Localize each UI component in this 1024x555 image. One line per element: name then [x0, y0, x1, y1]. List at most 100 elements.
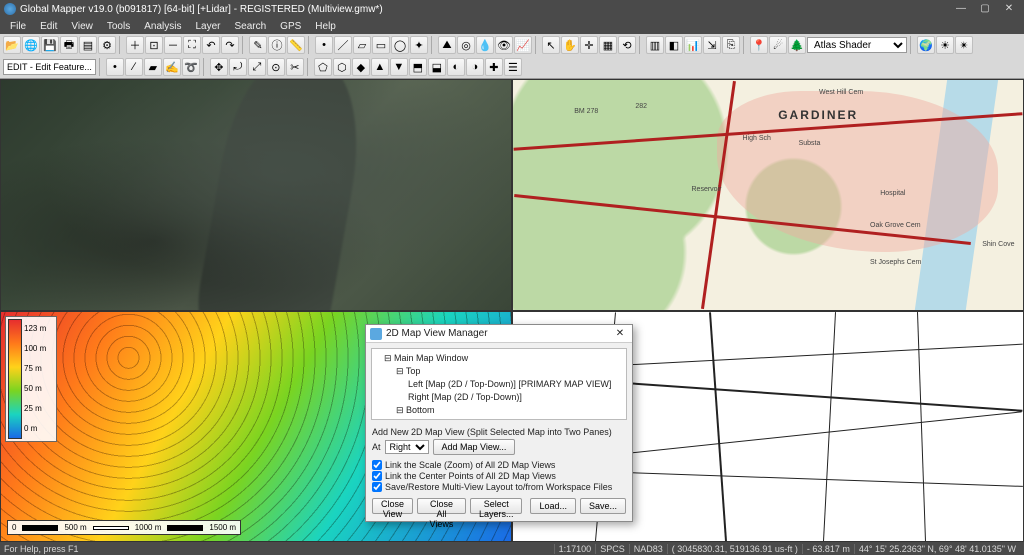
tool-d-icon[interactable]: ▲: [371, 58, 389, 76]
window-minimize-button[interactable]: —: [950, 2, 972, 16]
layers-icon[interactable]: ▤: [79, 36, 97, 54]
forest-icon[interactable]: 🌲: [788, 36, 806, 54]
add-map-view-button[interactable]: Add Map View...: [433, 439, 516, 455]
draw-line-icon[interactable]: ／: [334, 36, 352, 54]
menu-search[interactable]: Search: [228, 20, 272, 33]
zoom-selection-icon[interactable]: ⊡: [145, 36, 163, 54]
load-button[interactable]: Load...: [530, 498, 576, 514]
terrain-icon[interactable]: ⛰: [438, 36, 456, 54]
close-all-views-button[interactable]: Close All Views: [417, 498, 466, 514]
draw-point-icon[interactable]: •: [315, 36, 333, 54]
draw-circle-icon[interactable]: ◯: [391, 36, 409, 54]
split-tool-icon[interactable]: ✂: [286, 58, 304, 76]
open-icon[interactable]: 📂: [3, 36, 21, 54]
gps-icon[interactable]: 📍: [750, 36, 768, 54]
rotate-tool-icon[interactable]: ⤾: [229, 58, 247, 76]
zoom-in-icon[interactable]: ＋: [126, 36, 144, 54]
menu-file[interactable]: File: [4, 20, 32, 33]
save-icon[interactable]: 💾: [41, 36, 59, 54]
select-arrow-icon[interactable]: ↖: [542, 36, 560, 54]
window-close-button[interactable]: ✕: [998, 2, 1020, 16]
digitize-point-icon[interactable]: •: [106, 58, 124, 76]
watershed-icon[interactable]: 💧: [476, 36, 494, 54]
measure-icon[interactable]: 📏: [287, 36, 305, 54]
vertex-tool-icon[interactable]: ⊙: [267, 58, 285, 76]
lidar-icon[interactable]: ☄: [769, 36, 787, 54]
digitize-line-icon[interactable]: ∕: [125, 58, 143, 76]
pane-top-left-aerial[interactable]: [0, 79, 512, 311]
digitize-freehand-icon[interactable]: ✍: [163, 58, 181, 76]
scale-bar: 0 500 m 1000 m 1500 m: [7, 520, 241, 535]
save-layout-checkbox[interactable]: Save/Restore Multi-View Layout to/from W…: [366, 482, 632, 492]
globe-online-icon[interactable]: 🌍: [917, 36, 935, 54]
tool-j-icon[interactable]: ✚: [485, 58, 503, 76]
save-button[interactable]: Save...: [580, 498, 626, 514]
zoom-out-icon[interactable]: －: [164, 36, 182, 54]
pan-icon[interactable]: ✋: [561, 36, 579, 54]
topo-label-hospital: Hospital: [880, 190, 905, 197]
print-icon[interactable]: 🖶: [60, 36, 78, 54]
tool-c-icon[interactable]: ◆: [352, 58, 370, 76]
profile-icon[interactable]: 📈: [514, 36, 532, 54]
pencil-icon[interactable]: ✎: [249, 36, 267, 54]
3d-view-icon[interactable]: ◧: [665, 36, 683, 54]
contour-icon[interactable]: ◎: [457, 36, 475, 54]
link-scale-checkbox[interactable]: Link the Scale (Zoom) of All 2D Map View…: [366, 460, 632, 470]
undo-icon[interactable]: ↶: [202, 36, 220, 54]
settings-icon[interactable]: ⚙: [98, 36, 116, 54]
rotate-icon[interactable]: ⟲: [618, 36, 636, 54]
window-maximize-button[interactable]: ▢: [974, 2, 996, 16]
grid-nav-icon[interactable]: ▦: [599, 36, 617, 54]
menu-layer[interactable]: Layer: [189, 20, 226, 33]
add-view-section: Add New 2D Map View (Split Selected Map …: [366, 425, 632, 459]
map-multiview: GARDINER West Hill Cem High Sch Substa R…: [0, 79, 1024, 542]
chart-icon[interactable]: 📊: [684, 36, 702, 54]
topo-label-bm278: BM 278: [574, 108, 598, 115]
tool-b-icon[interactable]: ⬡: [333, 58, 351, 76]
multiview-icon[interactable]: ▥: [646, 36, 664, 54]
tool-e-icon[interactable]: ▼: [390, 58, 408, 76]
digitize-area-icon[interactable]: ▰: [144, 58, 162, 76]
draw-polygon-icon[interactable]: ▱: [353, 36, 371, 54]
menu-help[interactable]: Help: [309, 20, 342, 33]
view-tree[interactable]: ⊟ Main Map Window ⊟ Top Left [Map (2D / …: [371, 348, 627, 420]
menu-gps[interactable]: GPS: [274, 20, 307, 33]
tool-i-icon[interactable]: ◑: [466, 58, 484, 76]
digitize-trace-icon[interactable]: ➰: [182, 58, 200, 76]
close-view-button[interactable]: Close View: [372, 498, 413, 514]
tool-f-icon[interactable]: ⬒: [409, 58, 427, 76]
shader-select[interactable]: Atlas Shader: [807, 37, 907, 53]
crosshair-icon[interactable]: ✛: [580, 36, 598, 54]
dialog-title: 2D Map View Manager: [386, 328, 488, 339]
menu-edit[interactable]: Edit: [34, 20, 63, 33]
script-icon[interactable]: ⎘: [722, 36, 740, 54]
pane-top-right-topo[interactable]: GARDINER West Hill Cem High Sch Substa R…: [512, 79, 1024, 311]
link-center-checkbox[interactable]: Link the Center Points of All 2D Map Vie…: [366, 471, 632, 481]
move-tool-icon[interactable]: ✥: [210, 58, 228, 76]
globe-icon[interactable]: 🌐: [22, 36, 40, 54]
at-position-select[interactable]: Right: [385, 440, 429, 454]
draw-rect-icon[interactable]: ▭: [372, 36, 390, 54]
menu-view[interactable]: View: [65, 20, 99, 33]
tool-h-icon[interactable]: ◐: [447, 58, 465, 76]
export-icon[interactable]: ⇲: [703, 36, 721, 54]
menu-analysis[interactable]: Analysis: [138, 20, 187, 33]
edit-vertex-icon[interactable]: ✦: [410, 36, 428, 54]
select-layers-button[interactable]: Select Layers...: [470, 498, 523, 514]
menu-tools[interactable]: Tools: [101, 20, 136, 33]
tool-k-icon[interactable]: ☰: [504, 58, 522, 76]
swirl-icon[interactable]: ✴: [955, 36, 973, 54]
info-icon[interactable]: ⓘ: [268, 36, 286, 54]
topo-label-westhill: West Hill Cem: [819, 89, 863, 96]
status-latlon: 44° 15' 25.2363" N, 69° 48' 41.0135" W: [854, 544, 1020, 554]
zoom-extent-icon[interactable]: ⛶: [183, 36, 201, 54]
tool-g-icon[interactable]: ⬓: [428, 58, 446, 76]
dialog-close-button[interactable]: ✕: [612, 328, 628, 339]
scale-tool-icon[interactable]: ⤢: [248, 58, 266, 76]
redo-icon[interactable]: ↷: [221, 36, 239, 54]
edit-mode-label[interactable]: EDIT - Edit Feature...: [3, 59, 96, 75]
sun-icon[interactable]: ☀: [936, 36, 954, 54]
dialog-titlebar[interactable]: 2D Map View Manager ✕: [366, 325, 632, 343]
viewshed-icon[interactable]: 👁: [495, 36, 513, 54]
tool-a-icon[interactable]: ⬠: [314, 58, 332, 76]
